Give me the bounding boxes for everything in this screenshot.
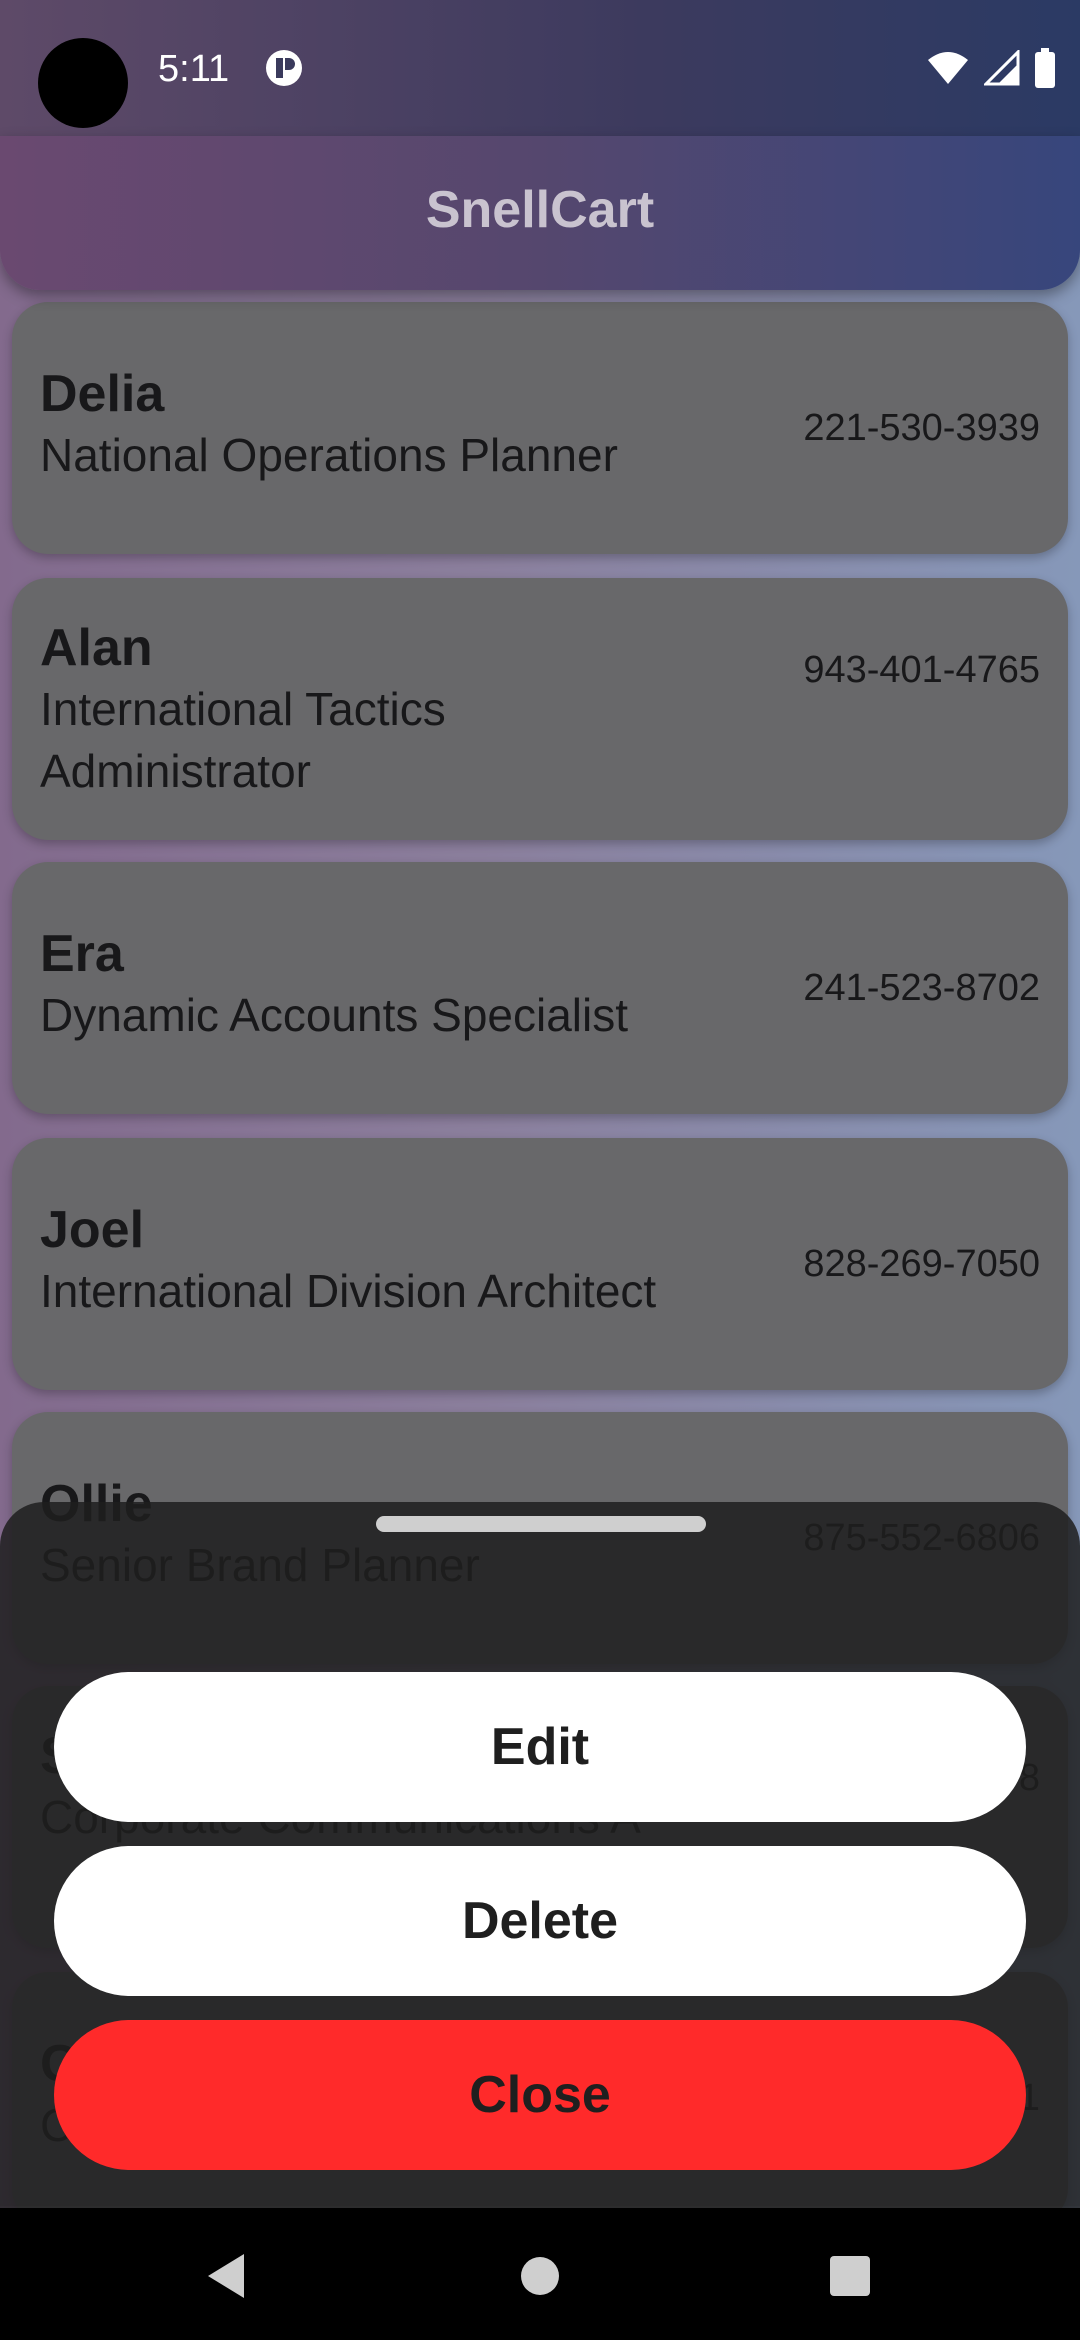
system-nav-bar: [0, 2208, 1080, 2340]
screen: 5:11 Delia National Operations Planner 2…: [0, 0, 1080, 2340]
signal-icon: [984, 50, 1020, 86]
app-notification-icon: [266, 50, 302, 86]
back-icon[interactable]: [204, 2252, 248, 2300]
status-time: 5:11: [158, 48, 230, 90]
close-button[interactable]: Close: [54, 2020, 1026, 2170]
camera-cutout: [38, 38, 128, 128]
app-bar: SnellCart: [0, 136, 1080, 290]
recents-icon[interactable]: [830, 2256, 870, 2296]
action-bottom-sheet: Edit Delete Close: [0, 1502, 1080, 2208]
status-icons: [926, 46, 1056, 90]
edit-button[interactable]: Edit: [54, 1672, 1026, 1822]
app-title: SnellCart: [425, 181, 655, 239]
delete-button[interactable]: Delete: [54, 1846, 1026, 1996]
wifi-icon: [928, 52, 968, 84]
status-bar: 5:11: [0, 0, 1080, 136]
sheet-drag-handle[interactable]: [376, 1516, 706, 1532]
home-icon[interactable]: [520, 2256, 560, 2296]
battery-icon: [1035, 48, 1055, 88]
